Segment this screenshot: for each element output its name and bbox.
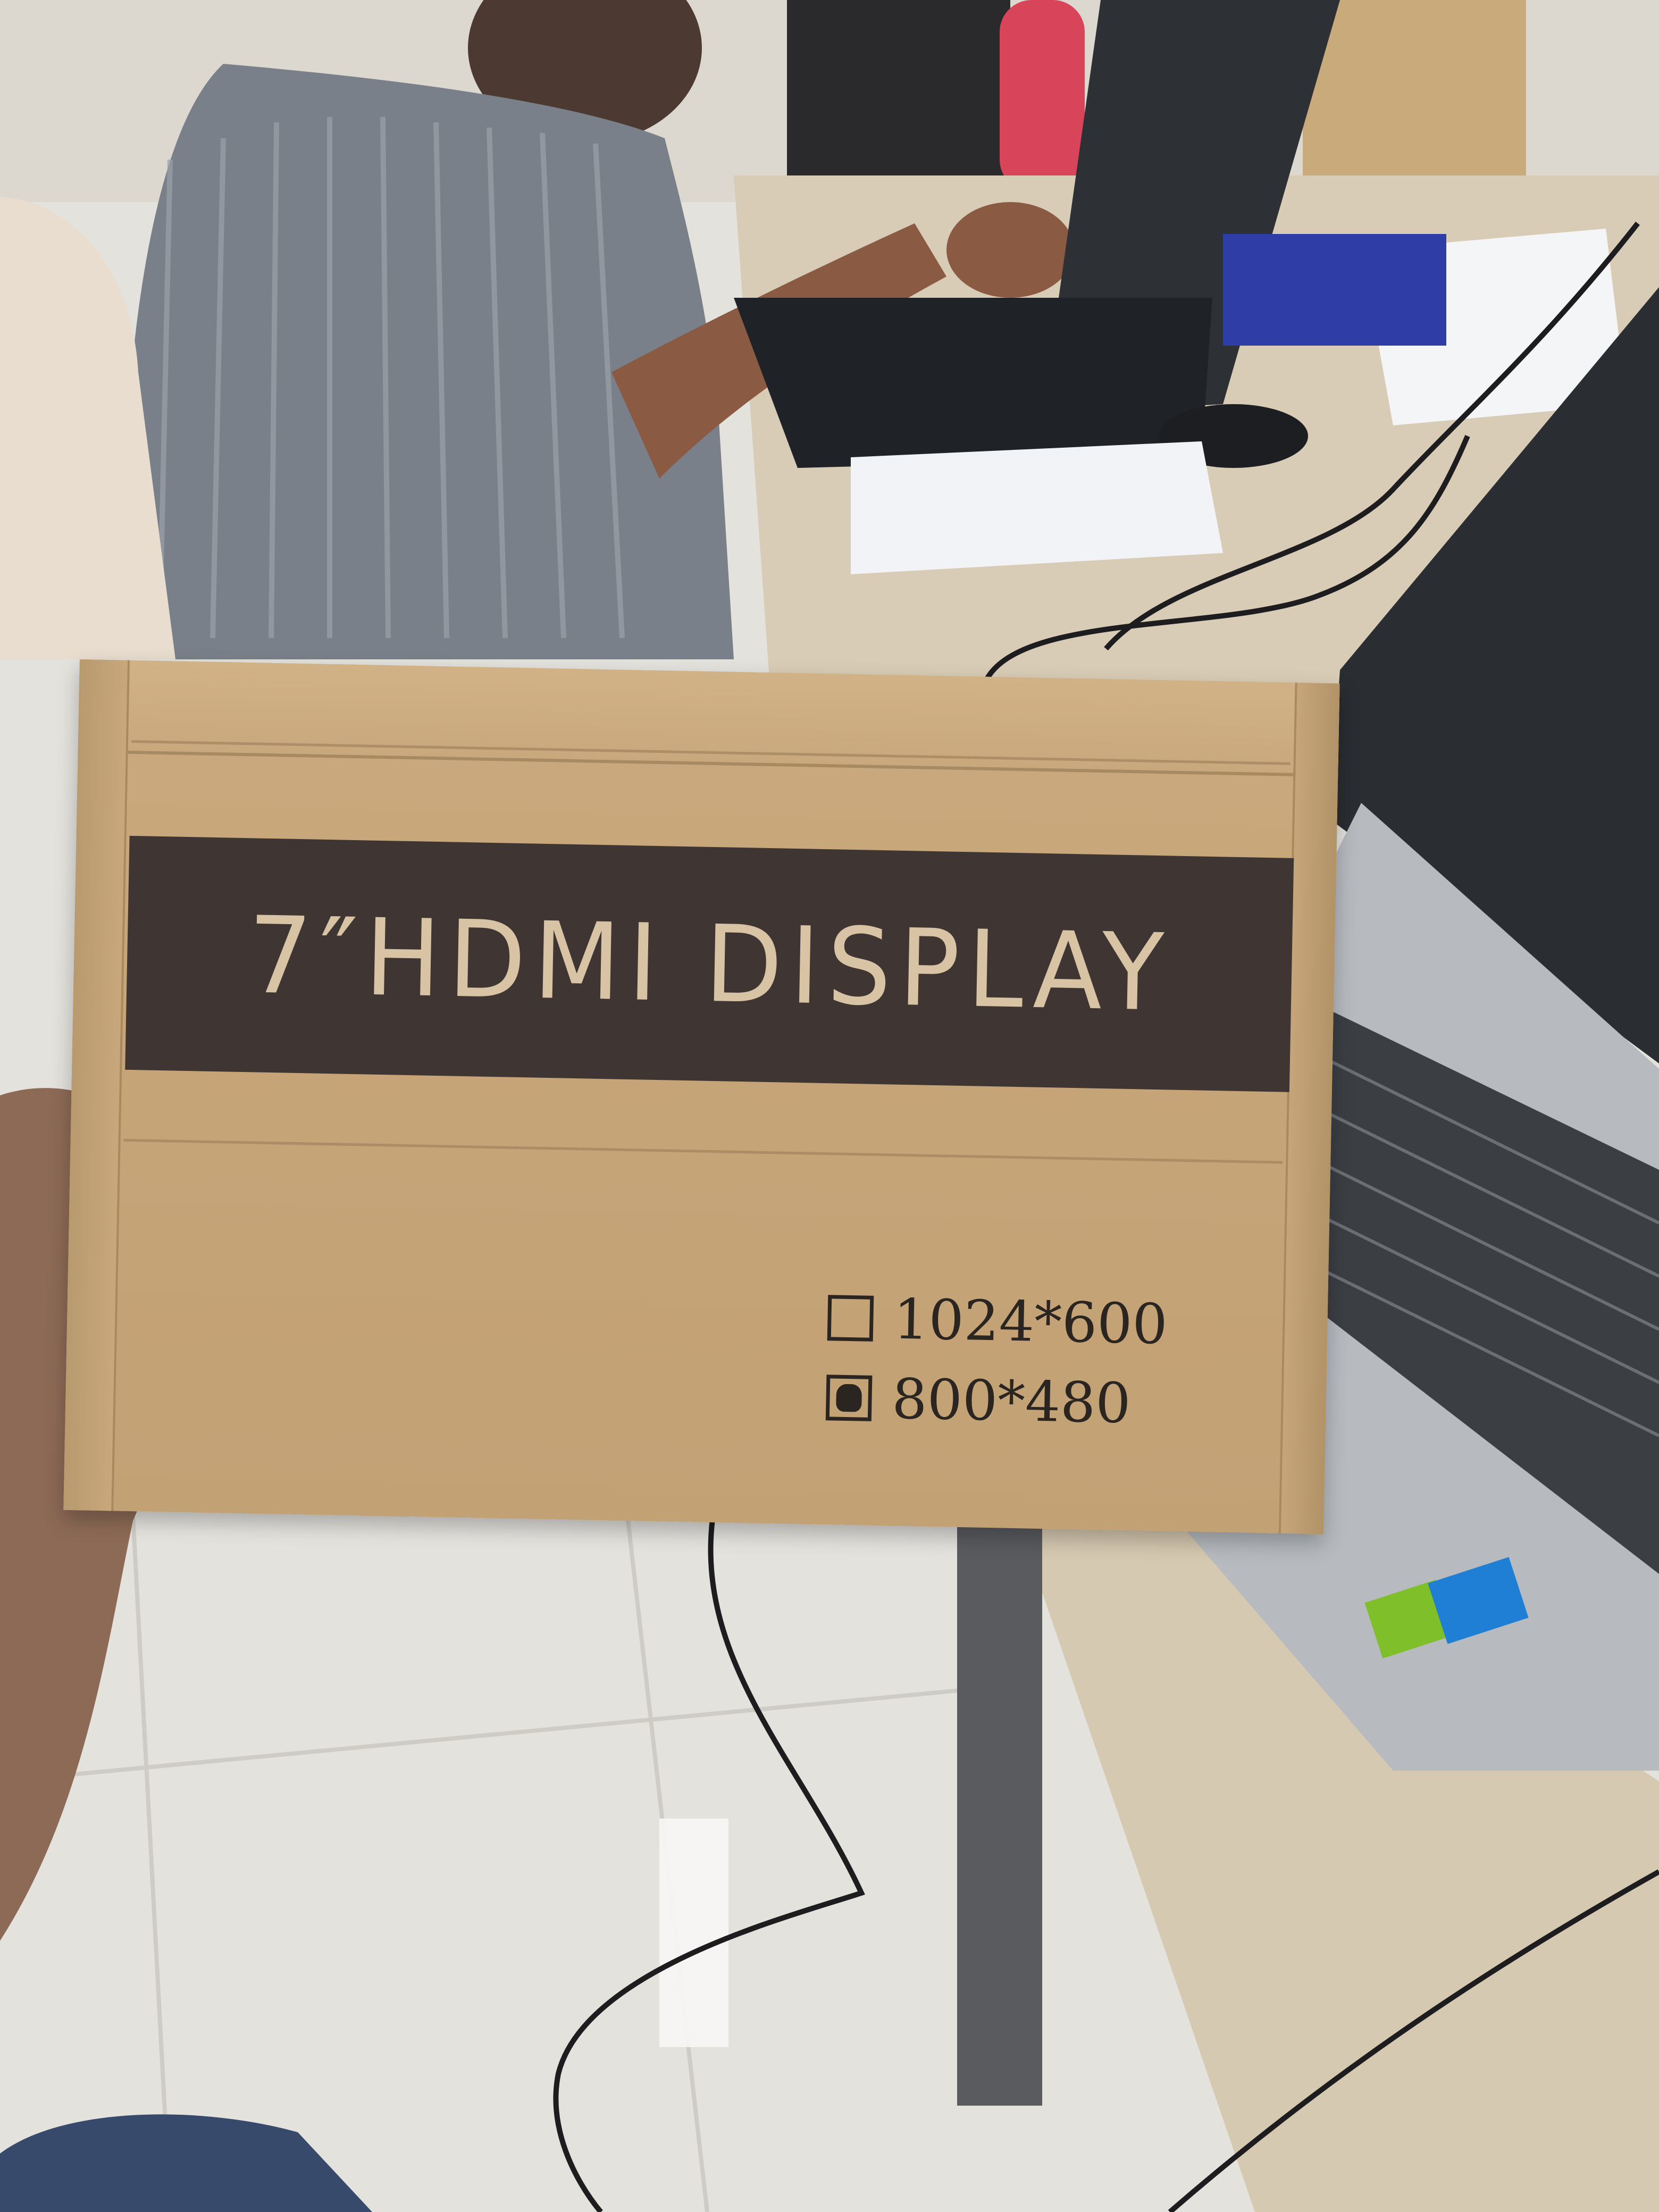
person-hand [946,202,1074,298]
resolution-option-1024x600: 1024*600 [827,1285,1168,1356]
box-title-banner: 7″HDMI DISPLAY [125,835,1294,1092]
checkbox-unchecked-icon [827,1295,874,1342]
floor-light-reflection [659,1819,728,2047]
hdmi-display-box: 7″HDMI DISPLAY 1024*600 800*480 [63,659,1340,1535]
water-bottle [1000,0,1085,191]
background-laptop-keyboard [734,298,1212,468]
resolution-label: 800*480 [891,1366,1132,1436]
desk-leg [957,1499,1042,2106]
checkbox-checked-icon [825,1375,873,1421]
papers [851,441,1223,574]
resolution-option-800x480: 800*480 [825,1365,1132,1436]
desktop-monitor [787,0,1010,202]
box-title: 7″HDMI DISPLAY [246,893,1172,1035]
photo-scene: 7″HDMI DISPLAY 1024*600 800*480 [0,0,1659,2212]
resolution-label: 1024*600 [893,1286,1168,1357]
box-crease [123,1138,1283,1164]
blue-folder [1223,234,1446,346]
